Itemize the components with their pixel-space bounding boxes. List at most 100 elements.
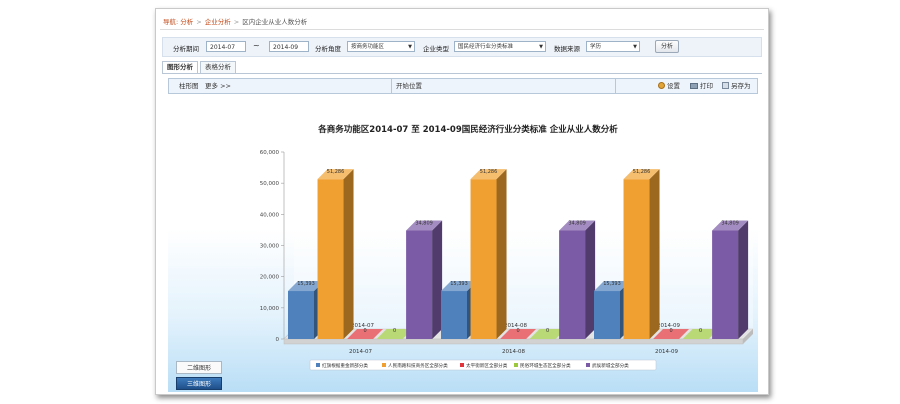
three-d-chart-button[interactable]: 三维图形 bbox=[176, 377, 222, 390]
legend-swatch bbox=[460, 363, 464, 367]
start-position-label: 开始位置 bbox=[396, 82, 422, 90]
more-link[interactable]: 更多 >> bbox=[205, 79, 231, 93]
divider bbox=[391, 79, 392, 93]
legend-swatch bbox=[586, 363, 590, 367]
source-select[interactable]: 学历 ▼ bbox=[586, 41, 640, 52]
y-tick-label: 10,000 bbox=[260, 306, 280, 312]
chevron-down-icon: ▼ bbox=[408, 44, 412, 50]
type-select-value: 国民经济行业分类标准 bbox=[458, 44, 514, 50]
chevron-down-icon: ▼ bbox=[539, 44, 543, 50]
settings-button[interactable]: 设置 bbox=[658, 79, 680, 93]
bar bbox=[594, 291, 620, 339]
tab-table-analysis[interactable]: 表格分析 bbox=[200, 61, 236, 73]
angle-select[interactable]: 按商务功能区 ▼ bbox=[347, 41, 415, 52]
y-tick-label: 50,000 bbox=[260, 181, 280, 187]
x-tick-label: 2014-08 bbox=[502, 349, 525, 355]
y-tick-label: 40,000 bbox=[260, 212, 280, 218]
bar-value-label: 0 bbox=[516, 328, 519, 334]
save-icon bbox=[722, 82, 729, 89]
bar-value-label: 0 bbox=[669, 328, 672, 334]
range-tilde: ~ bbox=[253, 41, 260, 50]
y-tick-label: 0 bbox=[276, 337, 280, 343]
divider bbox=[162, 73, 762, 74]
source-select-value: 学历 bbox=[590, 44, 602, 50]
type-select[interactable]: 国民经济行业分类标准 ▼ bbox=[454, 41, 546, 52]
bar-chart: 各商务功能区2014-07 至 2014-09国民经济行业分类标准 企业从业人数… bbox=[260, 124, 754, 371]
source-label: 数据来源 bbox=[554, 45, 580, 53]
print-button[interactable]: 打印 bbox=[690, 79, 713, 93]
chart-toolbar: 柱形图 更多 >> 开始位置 设置 打印 另存为 bbox=[168, 78, 758, 94]
chart-type-label[interactable]: 柱形图 bbox=[179, 79, 199, 93]
bar-value-label: 0 bbox=[546, 328, 549, 334]
bar bbox=[441, 291, 467, 339]
breadcrumb-current: 区内企业从业人数分析 bbox=[242, 18, 308, 26]
bar-value-label: 0 bbox=[393, 328, 396, 334]
chart-area: 各商务功能区2014-07 至 2014-09国民经济行业分类标准 企业从业人数… bbox=[168, 96, 758, 392]
bar bbox=[559, 230, 586, 339]
legend-label: 红旗根据重金新部分类 bbox=[322, 362, 368, 369]
end-date-input[interactable]: 2014-09 bbox=[269, 41, 309, 52]
divider bbox=[615, 79, 616, 93]
save-as-button[interactable]: 另存为 bbox=[722, 79, 751, 93]
bar-side bbox=[496, 169, 507, 339]
analyze-button[interactable]: 分析 bbox=[655, 40, 679, 53]
legend-swatch bbox=[316, 363, 320, 367]
breadcrumb-analysis[interactable]: 分析 bbox=[180, 18, 193, 26]
bar-value-label: 51,286 bbox=[480, 169, 498, 175]
breadcrumb-enterprise[interactable]: 企业分析 bbox=[205, 18, 231, 26]
start-date-input[interactable]: 2014-07 bbox=[206, 41, 246, 52]
two-d-chart-button[interactable]: 二维图形 bbox=[176, 361, 222, 374]
printer-icon bbox=[690, 83, 698, 89]
breadcrumb-separator: > bbox=[196, 18, 202, 26]
settings-label: 设置 bbox=[667, 82, 680, 90]
x-tick-label: 2014-09 bbox=[655, 349, 678, 355]
legend-label: 武侯新城全部分类 bbox=[592, 362, 629, 369]
bar bbox=[406, 230, 433, 339]
bar-value-label: 34,809 bbox=[415, 221, 433, 227]
y-tick-label: 30,000 bbox=[260, 244, 280, 250]
save-as-label: 另存为 bbox=[731, 82, 751, 90]
period-label: 分析期间 bbox=[173, 45, 199, 53]
chart-floor-front bbox=[283, 338, 744, 345]
bar bbox=[712, 230, 739, 339]
bar-side bbox=[343, 169, 354, 339]
bar-value-label: 0 bbox=[363, 328, 366, 334]
bar bbox=[470, 179, 497, 339]
bar-value-label: 34,809 bbox=[721, 221, 739, 227]
breadcrumb-separator: > bbox=[233, 18, 240, 26]
chart-back-wall bbox=[294, 142, 753, 329]
bar-side bbox=[585, 220, 596, 339]
content-frame: 导航: 分析 > 企业分析 > 区内企业从业人数分析 分析期间 2014-07 ~ 20… bbox=[155, 8, 769, 395]
x-tick-label: 2014-07 bbox=[349, 349, 372, 355]
bar bbox=[288, 291, 314, 339]
bar-side bbox=[432, 220, 443, 339]
chevron-down-icon: ▼ bbox=[633, 44, 637, 50]
type-label: 企业类型 bbox=[423, 45, 449, 53]
legend-label: 民俗环城生态区全部分类 bbox=[520, 362, 571, 369]
filter-bar: 分析期间 2014-07 ~ 2014-09 分析角度 按商务功能区 ▼ 企业类… bbox=[162, 37, 762, 57]
bar-value-label: 51,286 bbox=[327, 169, 345, 175]
chart-title: 各商务功能区2014-07 至 2014-09国民经济行业分类标准 企业从业人数… bbox=[317, 124, 618, 135]
legend-swatch bbox=[382, 363, 386, 367]
y-tick-label: 60,000 bbox=[260, 150, 280, 156]
bar-value-label: 0 bbox=[699, 328, 702, 334]
bar-value-label: 15,393 bbox=[603, 281, 621, 287]
tab-chart-analysis[interactable]: 图形分析 bbox=[162, 61, 198, 73]
angle-select-value: 按商务功能区 bbox=[351, 44, 385, 50]
legend-swatch bbox=[514, 363, 518, 367]
print-label: 打印 bbox=[700, 82, 713, 90]
bar-value-label: 34,809 bbox=[568, 221, 586, 227]
bar-value-label: 15,393 bbox=[450, 281, 468, 287]
breadcrumb: 导航: 分析 > 企业分析 > 区内企业从业人数分析 bbox=[163, 16, 307, 26]
bar bbox=[317, 179, 344, 339]
bar-side bbox=[649, 169, 660, 339]
y-tick-label: 20,000 bbox=[260, 275, 280, 281]
divider bbox=[160, 29, 764, 30]
bar-value-label: 15,393 bbox=[297, 281, 315, 287]
gear-icon bbox=[658, 82, 665, 89]
angle-label: 分析角度 bbox=[315, 45, 341, 53]
legend-label: 人民南路科技商务区全部分类 bbox=[388, 362, 448, 369]
breadcrumb-nav-label: 导航: bbox=[163, 18, 179, 26]
legend-label: 太平街新区全部分类 bbox=[466, 362, 508, 369]
bar bbox=[623, 179, 650, 339]
